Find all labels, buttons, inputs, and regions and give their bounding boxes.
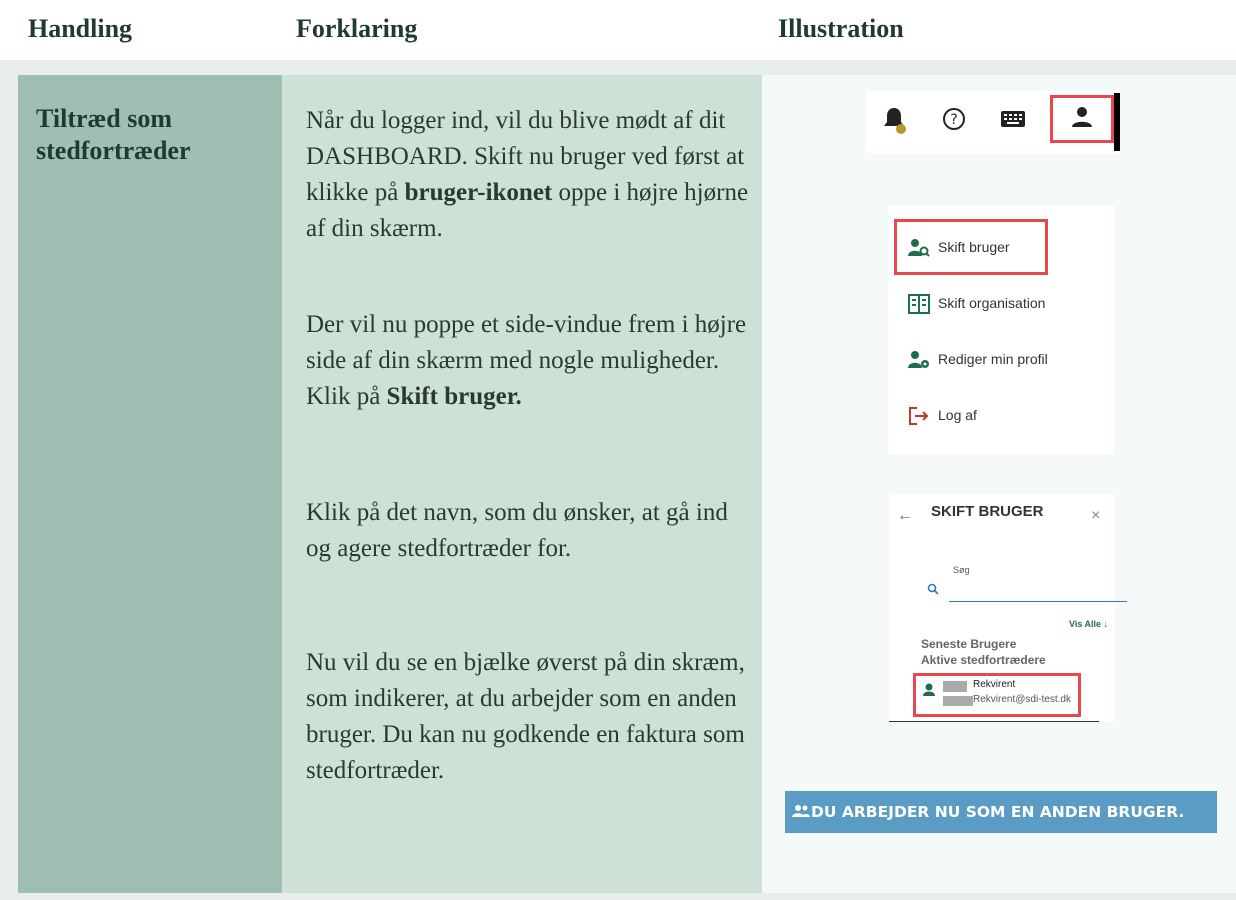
search-label: Søg [953, 565, 970, 575]
active-substitutes-label: Aktive stedfortrædere [921, 653, 1046, 667]
back-arrow-icon[interactable]: ← [897, 507, 913, 525]
banner-text: DU ARBEJDER NU SOM EN ANDEN BRUGER. [811, 803, 1185, 821]
table-header: Handling Forklaring Illustration [0, 0, 1236, 60]
redacted-email [943, 696, 973, 706]
panel-title: SKIFT BRUGER [931, 503, 1044, 520]
svg-text:?: ? [950, 112, 957, 128]
header-forklaring: Forklaring [296, 14, 418, 43]
keyboard-icon[interactable] [1000, 109, 1026, 129]
users-icon [791, 792, 811, 834]
paragraph-3: Klik på det navn, som du ønsker, at gå i… [306, 499, 728, 562]
user-row[interactable]: Rekvirent Rekvirent@sdi-test.dk [923, 679, 1083, 713]
search-icon [927, 583, 939, 595]
user-settings-icon [908, 351, 929, 369]
action-column: Tiltræd som stedfortræder [18, 75, 282, 893]
paragraph-4: Nu vil du se en bjælke øverst på din skr… [306, 649, 745, 784]
divider [889, 721, 1099, 722]
explanation-column: Når du logger ind, vil du blive mødt af … [282, 75, 762, 893]
menu-label: Skift bruger [938, 239, 1010, 255]
skift-bruger-panel: ← SKIFT BRUGER × Søg Vis Alle ↓ Seneste … [889, 495, 1127, 722]
menu-item-rediger-profil[interactable]: Rediger min profil [908, 347, 1048, 371]
menu-item-log-af[interactable]: Log af [908, 403, 977, 427]
vis-alle-link[interactable]: Vis Alle ↓ [1069, 619, 1108, 629]
p1-bold: bruger-ikonet [404, 179, 553, 206]
menu-label: Log af [938, 407, 977, 423]
search-input[interactable] [949, 601, 1127, 602]
menu-item-skift-organisation[interactable]: Skift organisation [908, 291, 1045, 315]
close-icon[interactable]: × [1091, 507, 1100, 525]
menu-label: Rediger min profil [938, 351, 1048, 367]
help-icon[interactable]: ? [942, 107, 966, 131]
substitute-banner: DU ARBEJDER NU SOM EN ANDEN BRUGER. [785, 791, 1217, 833]
chevron-down-icon: ↓ [1103, 619, 1109, 629]
user-search-icon [908, 239, 930, 258]
logout-icon [909, 407, 929, 426]
bell-icon[interactable] [882, 105, 908, 135]
user-email: Rekvirent@sdi-test.dk [973, 694, 1071, 705]
scrollbar-edge [1114, 93, 1120, 151]
vis-alle-label: Vis Alle [1069, 619, 1102, 629]
header-icon-bar: ? [866, 91, 1120, 153]
menu-item-skift-bruger[interactable]: Skift bruger [908, 235, 1010, 259]
action-title: Tiltræd som stedfortræder [36, 104, 191, 165]
redacted-name [943, 681, 967, 692]
user-icon [923, 683, 935, 696]
header-illustration: Illustration [778, 14, 904, 43]
paragraph-2: Der vil nu poppe et side-vindue frem i h… [306, 307, 756, 415]
p2-bold: Skift bruger. [386, 383, 522, 410]
paragraph-1: Når du logger ind, vil du blive mødt af … [306, 103, 756, 247]
header-handling: Handling [28, 14, 133, 43]
menu-label: Skift organisation [938, 295, 1046, 311]
p2-text-a: Der vil nu poppe et side-vindue frem i h… [306, 311, 747, 410]
organisation-icon [908, 294, 930, 315]
user-icon[interactable] [1070, 105, 1094, 129]
recent-users-label: Seneste Brugere [921, 637, 1017, 651]
user-name: Rekvirent [973, 679, 1016, 690]
illustration-column: ? Skift bruger Skift organisation Redige… [762, 75, 1236, 893]
user-menu-panel: Skift bruger Skift organisation Rediger … [888, 205, 1114, 455]
